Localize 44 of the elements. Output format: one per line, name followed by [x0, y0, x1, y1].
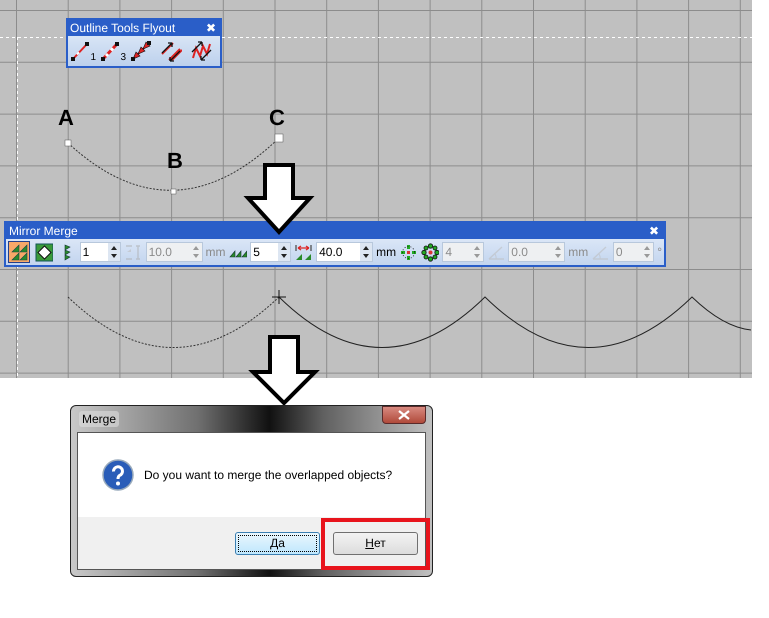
number-field[interactable]: 1 — [80, 242, 121, 262]
window-title: Outline Tools Flyout — [70, 21, 176, 35]
window-title: Mirror Merge — [9, 224, 78, 238]
node-handle[interactable] — [64, 140, 72, 146]
close-icon — [398, 410, 410, 420]
unit-label: ° — [657, 245, 662, 259]
spinner-icon[interactable] — [360, 243, 372, 261]
tool-button[interactable]: 1 — [70, 39, 97, 63]
window-title: Merge — [79, 411, 120, 427]
line-icon — [100, 40, 122, 62]
mirror-icon — [10, 242, 28, 262]
question-icon — [102, 459, 134, 491]
crosshair-icon — [272, 290, 286, 304]
dialog-button[interactable]: Да — [235, 532, 320, 554]
line-icon — [70, 40, 92, 62]
point-label: A — [58, 105, 74, 130]
dots-icon[interactable] — [399, 242, 418, 262]
unit-label: mm — [568, 245, 588, 259]
toggle-button[interactable] — [33, 241, 55, 263]
spinner-icon[interactable] — [108, 243, 120, 261]
down-arrow — [248, 335, 320, 406]
point-label: B — [167, 148, 183, 173]
close-button[interactable]: ✖ — [647, 224, 661, 238]
toggle-button[interactable] — [8, 241, 30, 263]
flower-icon[interactable] — [420, 242, 440, 262]
dialog-button[interactable]: Нет — [333, 532, 418, 554]
unit-label: mm — [206, 245, 226, 259]
number-field[interactable]: 40.0 — [316, 242, 374, 262]
point-label: C — [269, 105, 285, 130]
parallel-lines-icon — [160, 40, 182, 62]
distance-icon[interactable] — [294, 242, 314, 262]
close-button[interactable] — [382, 406, 426, 424]
node-handle[interactable] — [274, 134, 284, 142]
dialog-message: Do you want to merge the overlapped objects? — [144, 468, 392, 482]
number-field[interactable]: 5 — [250, 242, 292, 262]
unit-label: mm — [376, 245, 396, 259]
diamond-icon — [35, 242, 53, 262]
node-handle[interactable] — [170, 188, 176, 194]
down-arrow — [243, 163, 315, 235]
close-button[interactable]: ✖ — [204, 21, 218, 35]
zigzag-icon — [190, 40, 212, 62]
arrows-icon — [130, 40, 152, 62]
tool-button[interactable]: 3 — [100, 39, 127, 63]
spinner-icon[interactable] — [278, 243, 290, 261]
